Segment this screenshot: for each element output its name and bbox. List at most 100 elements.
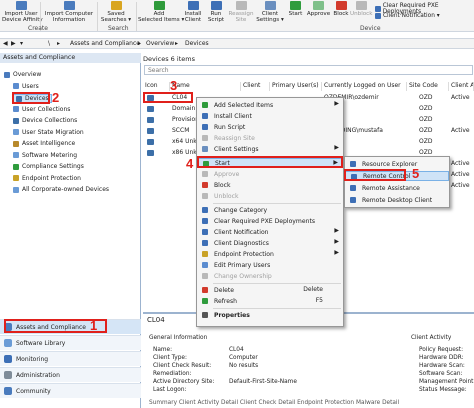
forward-icon[interactable]: ▶ xyxy=(11,40,16,47)
menu-item-add-selected-items[interactable]: Add Selected Items ▶ xyxy=(197,100,343,110)
detail-key: Name: xyxy=(153,347,173,353)
nav-item-overview[interactable]: Overview xyxy=(4,71,41,78)
menu-item-client-settings[interactable]: Client Settings ▶ xyxy=(197,144,343,154)
import-computer-button[interactable]: Import Computer Information xyxy=(41,1,97,23)
edit-primary-users-icon xyxy=(202,262,208,268)
import-user-icon xyxy=(15,1,27,10)
menu-item-refresh[interactable]: Refresh F5 xyxy=(197,296,343,306)
run-icon xyxy=(210,1,222,10)
breadcrumb-devices[interactable]: Devices xyxy=(185,40,209,47)
menu-item-properties[interactable]: Properties xyxy=(197,310,343,320)
detail-key: Client Check Result: xyxy=(153,363,212,369)
workspace-label: Community xyxy=(16,387,51,395)
menu-item-delete[interactable]: Delete Delete xyxy=(197,285,343,295)
column-header-primary-user-s[interactable]: Primary User(s) xyxy=(270,82,322,91)
submenu-item-remote-assistance[interactable]: Remote Assistance xyxy=(345,183,449,193)
workspace-community[interactable]: Community xyxy=(0,383,141,398)
resource-explorer-icon xyxy=(350,161,356,167)
client-diagnostics-icon xyxy=(202,240,208,246)
dropdown-icon[interactable]: ▾ xyxy=(20,40,23,47)
menu-separator xyxy=(213,203,341,204)
column-header-name[interactable]: Name xyxy=(170,82,241,91)
breadcrumb-root[interactable]: \ xyxy=(48,40,50,47)
client-button[interactable]: Client Settings ▾ xyxy=(255,1,285,23)
nav-item-device-collections[interactable]: Device Collections xyxy=(13,117,77,124)
workspace-monitoring[interactable]: Monitoring xyxy=(0,351,141,366)
menu-item-label: Unblock xyxy=(214,192,239,200)
device-name[interactable]: Domain xyxy=(172,105,195,112)
nav-item-user-collections[interactable]: User Collections xyxy=(13,106,70,113)
back-icon[interactable]: ◀ xyxy=(3,40,8,47)
menu-item-install-client[interactable]: Install Client xyxy=(197,111,343,121)
approve-icon xyxy=(202,171,208,177)
start-button[interactable]: Start xyxy=(287,1,304,17)
menu-item-client-notification[interactable]: Client Notification ▶ xyxy=(197,227,343,237)
nav-item-label: All Corporate-owned Devices xyxy=(22,186,110,193)
client-settings-icon xyxy=(202,146,208,152)
nav-item-asset-intelligence[interactable]: Asset Intelligence xyxy=(13,140,75,147)
breadcrumb-assets[interactable]: Assets and Compliance xyxy=(70,40,140,47)
nav-item-endpoint-protection[interactable]: Endpoint Protection xyxy=(13,175,81,182)
install-button[interactable]: Install Client xyxy=(182,1,204,23)
nav-item-all-corporate-owned-devices[interactable]: All Corporate-owned Devices xyxy=(13,186,109,193)
details-tabs[interactable]: Summary Client Activity Detail Client Ch… xyxy=(149,400,399,406)
ribbon-divider xyxy=(97,2,98,31)
column-header-client[interactable]: Client xyxy=(241,82,270,91)
submenu-item-remote-desktop-client[interactable]: Remote Desktop Client xyxy=(345,195,449,205)
site-code: OZD xyxy=(419,116,433,123)
run-button[interactable]: Run Script xyxy=(205,1,227,23)
menu-item-label: Client Settings xyxy=(214,145,259,153)
endpoint-protection-icon xyxy=(13,175,19,181)
menu-item-run-script[interactable]: Run Script xyxy=(197,122,343,132)
install-client-icon xyxy=(202,113,208,119)
block-button[interactable]: Block xyxy=(332,1,350,17)
menu-item-approve: Approve xyxy=(197,169,343,179)
client-notification-icon xyxy=(202,229,208,235)
column-header-client-activity[interactable]: Client Activity xyxy=(449,82,474,91)
detail-key: Last Logon: xyxy=(153,387,187,393)
detail-value: Computer xyxy=(229,355,258,361)
menu-item-edit-primary-users[interactable]: Edit Primary Users xyxy=(197,260,343,270)
device-name[interactable]: SCCM xyxy=(172,127,189,134)
device-collections-icon xyxy=(13,117,19,124)
menu-item-clear-required-pxe-deployments[interactable]: Clear Required PXE Deployments xyxy=(197,216,343,226)
approve-button[interactable]: Approve xyxy=(306,1,331,17)
nav-item-software-metering[interactable]: Software Metering xyxy=(13,152,77,159)
menu-item-client-diagnostics[interactable]: Client Diagnostics ▶ xyxy=(197,238,343,248)
add-button[interactable]: Add Selected Items ▾ xyxy=(138,1,185,23)
ribbon-label: Add Selected Items ▾ xyxy=(138,11,185,23)
group-label-device: Device xyxy=(360,25,381,32)
column-header-icon[interactable]: Icon xyxy=(143,82,170,91)
unblock-icon xyxy=(355,1,367,10)
compliance-settings-icon xyxy=(13,163,19,170)
users-icon xyxy=(13,83,19,89)
breadcrumb-overview[interactable]: Overview xyxy=(146,40,174,47)
administration-icon xyxy=(4,371,12,379)
menu-item-block[interactable]: Block xyxy=(197,180,343,190)
workspace-label: Administration xyxy=(16,371,60,379)
change-category-icon xyxy=(202,207,208,213)
client-notification-button[interactable]: Client Notification ▾ xyxy=(375,13,440,19)
block-icon xyxy=(202,182,208,188)
community-icon xyxy=(4,387,12,395)
saved-button[interactable]: Saved Searches ▾ xyxy=(99,1,133,23)
overview-icon xyxy=(4,71,10,78)
workspace-administration[interactable]: Administration xyxy=(0,367,141,382)
column-header-currently-logged-on-user[interactable]: Currently Logged on User xyxy=(322,82,407,91)
nav-item-users[interactable]: Users xyxy=(13,83,39,90)
nav-item-user-state-migration[interactable]: User State Migration xyxy=(13,129,84,136)
menu-item-label: Change Ownership xyxy=(214,272,272,280)
search-input[interactable]: Search xyxy=(144,65,473,75)
menu-item-endpoint-protection[interactable]: Endpoint Protection ▶ xyxy=(197,249,343,259)
unblock-button[interactable]: Unblock xyxy=(350,1,372,17)
nav-item-compliance-settings[interactable]: Compliance Settings xyxy=(13,163,84,170)
column-header-site-code[interactable]: Site Code xyxy=(407,82,449,91)
import-user-button[interactable]: Import User Device Affinity xyxy=(2,1,43,23)
menu-item-label: Run Script xyxy=(214,123,246,131)
nav-item-label: Endpoint Protection xyxy=(22,174,81,182)
workspace-software-library[interactable]: Software Library xyxy=(0,335,141,350)
menu-item-change-category[interactable]: Change Category xyxy=(197,205,343,215)
reassign-button[interactable]: Reassign Site xyxy=(228,1,254,23)
submenu-item-resource-explorer[interactable]: Resource Explorer xyxy=(345,159,449,169)
context-menu: Add Selected Items ▶ Install Client Run Scr… xyxy=(196,97,344,327)
